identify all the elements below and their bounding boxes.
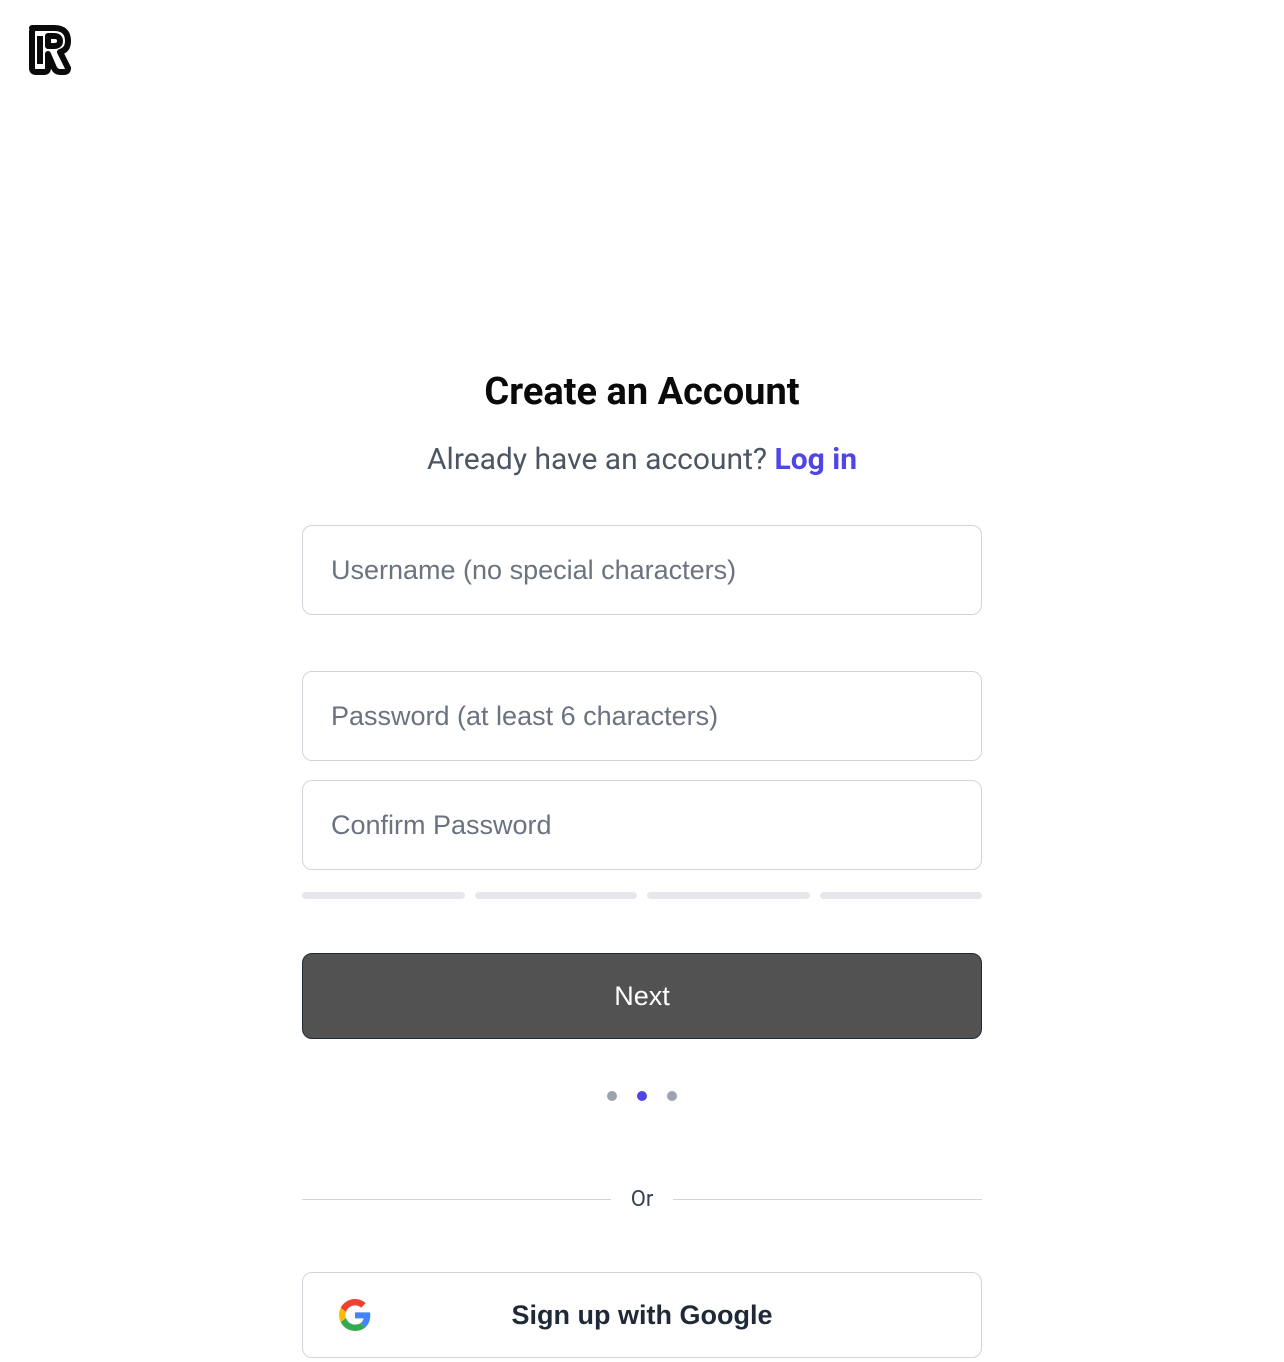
progress-dot-3 — [667, 1091, 677, 1101]
login-link[interactable]: Log in — [775, 442, 858, 477]
divider-line-left — [302, 1199, 611, 1200]
divider-line-right — [673, 1199, 982, 1200]
progress-dot-2 — [637, 1091, 647, 1101]
signup-form: Next Or Sign up with Google — [302, 525, 982, 1358]
progress-dots — [302, 1091, 982, 1101]
logo-r-icon — [24, 24, 76, 76]
divider-text: Or — [631, 1187, 654, 1212]
brand-logo — [24, 24, 76, 80]
divider: Or — [302, 1187, 982, 1212]
signup-form-container: Create an Account Already have an accoun… — [302, 0, 982, 1358]
password-input[interactable] — [302, 671, 982, 761]
subtitle-prefix: Already have an account? — [427, 442, 775, 477]
progress-dot-1 — [607, 1091, 617, 1101]
strength-bar-2 — [475, 892, 638, 899]
google-button-label: Sign up with Google — [303, 1300, 981, 1331]
strength-bar-1 — [302, 892, 465, 899]
password-strength-bars — [302, 892, 982, 899]
page-title: Create an Account — [302, 370, 982, 414]
strength-bar-4 — [820, 892, 983, 899]
username-input[interactable] — [302, 525, 982, 615]
confirm-password-input[interactable] — [302, 780, 982, 870]
next-button[interactable]: Next — [302, 953, 982, 1039]
strength-bar-3 — [647, 892, 810, 899]
google-signup-button[interactable]: Sign up with Google — [302, 1272, 982, 1358]
subtitle-row: Already have an account? Log in — [302, 442, 982, 477]
